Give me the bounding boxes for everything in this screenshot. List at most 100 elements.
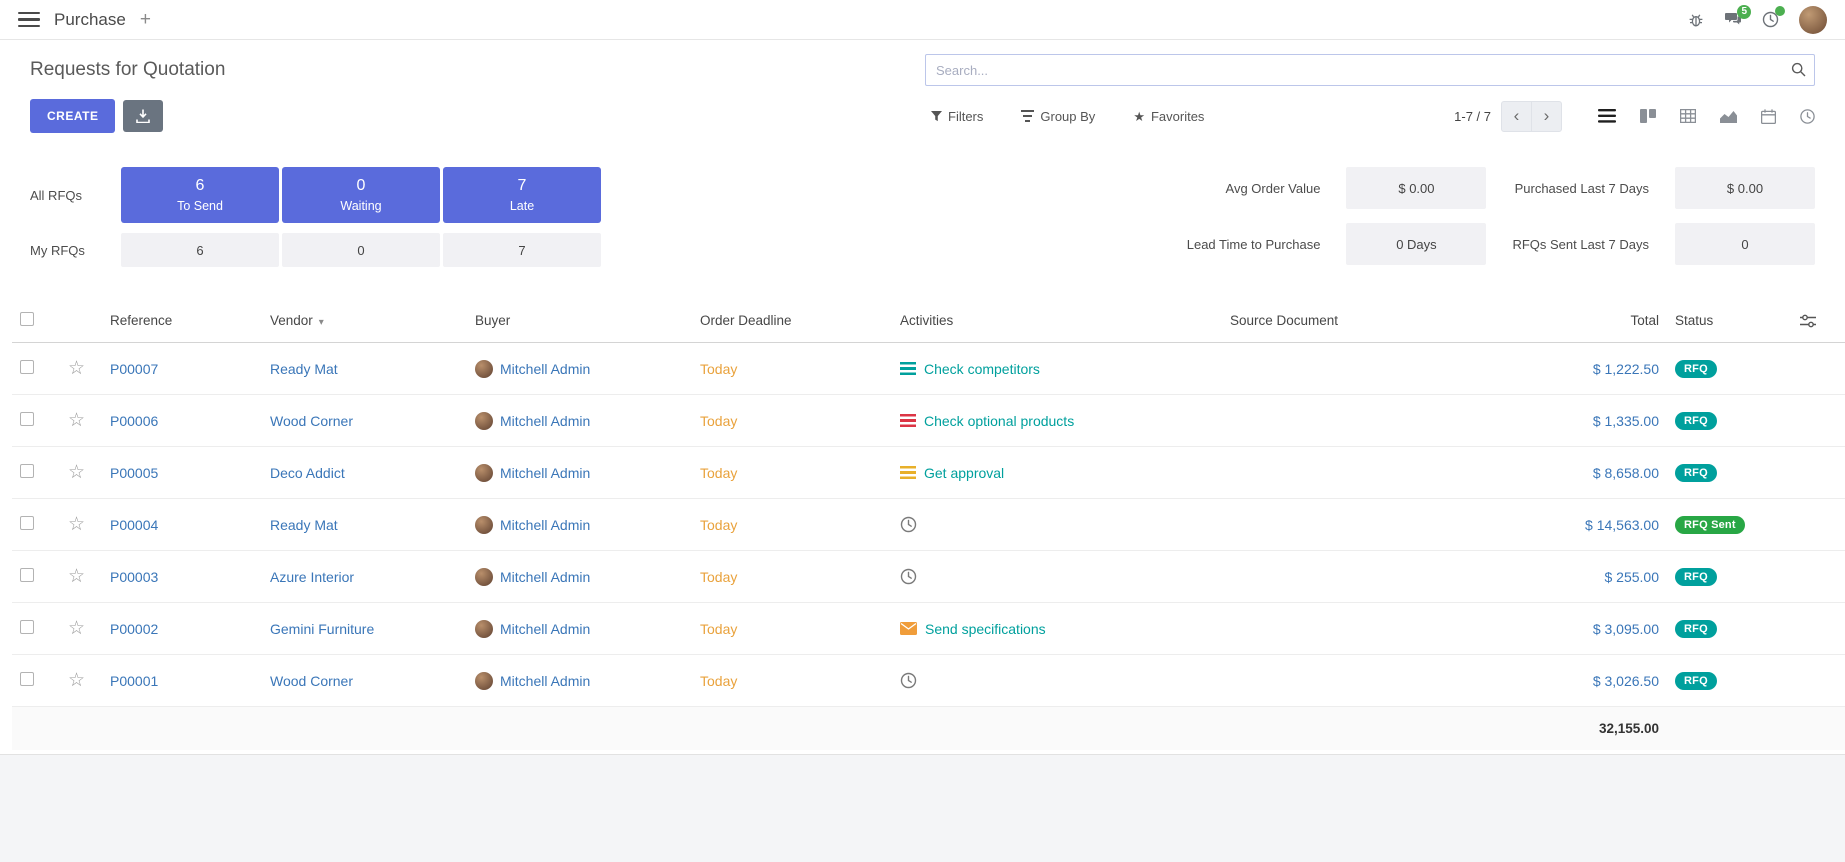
vendor-link[interactable]: Gemini Furniture — [270, 621, 374, 637]
activities-clock-icon[interactable] — [1762, 11, 1779, 28]
activity-view-icon[interactable] — [1800, 109, 1815, 124]
group-by-button[interactable]: Group By — [1015, 108, 1101, 125]
row-checkbox[interactable] — [20, 464, 34, 478]
activity-link[interactable]: Check optional products — [924, 413, 1074, 429]
favorite-star-icon[interactable]: ☆ — [68, 358, 85, 379]
table-row[interactable]: ☆P00007Ready MatMitchell AdminTodayCheck… — [12, 343, 1845, 395]
pivot-view-icon[interactable] — [1680, 109, 1696, 123]
activity-list-icon[interactable] — [900, 414, 916, 427]
reference-link[interactable]: P00001 — [110, 673, 158, 689]
header-source-document[interactable]: Source Document — [1222, 299, 1457, 343]
optional-columns-icon[interactable] — [1800, 314, 1839, 328]
reference-link[interactable]: P00004 — [110, 517, 158, 533]
my-kpi-late[interactable]: 7 — [443, 233, 601, 267]
row-checkbox[interactable] — [20, 516, 34, 530]
clock-icon[interactable] — [900, 568, 917, 585]
favorite-star-icon[interactable]: ☆ — [68, 514, 85, 535]
kanban-view-icon[interactable] — [1640, 109, 1656, 123]
header-activities[interactable]: Activities — [892, 299, 1222, 343]
buyer-link[interactable]: Mitchell Admin — [500, 361, 590, 377]
user-avatar[interactable] — [1799, 6, 1827, 34]
kpi-late[interactable]: 7 Late — [443, 167, 601, 223]
source-document — [1222, 395, 1457, 447]
activity-link[interactable]: Get approval — [924, 465, 1004, 481]
vendor-link[interactable]: Wood Corner — [270, 413, 353, 429]
buyer-link[interactable]: Mitchell Admin — [500, 465, 590, 481]
row-checkbox[interactable] — [20, 620, 34, 634]
reference-link[interactable]: P00002 — [110, 621, 158, 637]
clock-icon[interactable] — [900, 672, 917, 689]
envelope-icon[interactable] — [900, 622, 917, 635]
buyer-link[interactable]: Mitchell Admin — [500, 621, 590, 637]
vendor-link[interactable]: Ready Mat — [270, 361, 338, 377]
table-row[interactable]: ☆P00002Gemini FurnitureMitchell AdminTod… — [12, 603, 1845, 655]
buyer-link[interactable]: Mitchell Admin — [500, 413, 590, 429]
reference-link[interactable]: P00003 — [110, 569, 158, 585]
list-view-icon[interactable] — [1598, 109, 1616, 123]
vendor-link[interactable]: Deco Addict — [270, 465, 345, 481]
calendar-view-icon[interactable] — [1761, 109, 1776, 124]
vendor-link[interactable]: Azure Interior — [270, 569, 354, 585]
my-kpi-waiting[interactable]: 0 — [282, 233, 440, 267]
buyer-link[interactable]: Mitchell Admin — [500, 569, 590, 585]
my-rfqs-label: My RFQs — [30, 243, 118, 258]
activity-link[interactable]: Send specifications — [925, 621, 1046, 637]
pager-next-button[interactable]: › — [1531, 101, 1562, 132]
search-input[interactable] — [925, 54, 1815, 86]
pager-previous-button[interactable]: ‹ — [1501, 101, 1532, 132]
row-checkbox[interactable] — [20, 360, 34, 374]
vendor-link[interactable]: Ready Mat — [270, 517, 338, 533]
reference-link[interactable]: P00005 — [110, 465, 158, 481]
favorite-star-icon[interactable]: ☆ — [68, 670, 85, 691]
favorite-star-icon[interactable]: ☆ — [68, 618, 85, 639]
reference-link[interactable]: P00006 — [110, 413, 158, 429]
header-vendor[interactable]: Vendor▾ — [262, 299, 467, 343]
kpi-to-send[interactable]: 6 To Send — [121, 167, 279, 223]
buyer-link[interactable]: Mitchell Admin — [500, 517, 590, 533]
clock-icon[interactable] — [900, 516, 917, 533]
group-by-label: Group By — [1040, 109, 1095, 124]
search-icon[interactable] — [1791, 62, 1806, 77]
graph-view-icon[interactable] — [1720, 109, 1737, 123]
table-row[interactable]: ☆P00001Wood CornerMitchell AdminToday$ 3… — [12, 655, 1845, 707]
row-checkbox[interactable] — [20, 672, 34, 686]
messages-count-badge: 5 — [1737, 5, 1751, 19]
table-row[interactable]: ☆P00003Azure InteriorMitchell AdminToday… — [12, 551, 1845, 603]
page-title: Requests for Quotation — [30, 59, 225, 81]
filters-button[interactable]: Filters — [925, 108, 989, 125]
select-all-checkbox[interactable] — [20, 312, 34, 326]
total-amount: $ 1,222.50 — [1593, 361, 1659, 377]
header-total[interactable]: Total — [1457, 299, 1667, 343]
reference-link[interactable]: P00007 — [110, 361, 158, 377]
hamburger-menu-icon[interactable] — [18, 8, 40, 32]
messages-icon[interactable]: 5 — [1724, 12, 1742, 27]
activity-list-icon[interactable] — [900, 362, 916, 375]
header-order-deadline[interactable]: Order Deadline — [692, 299, 892, 343]
table-row[interactable]: ☆P00006Wood CornerMitchell AdminTodayChe… — [12, 395, 1845, 447]
header-reference[interactable]: Reference — [102, 299, 262, 343]
my-kpi-to-send[interactable]: 6 — [121, 233, 279, 267]
export-button[interactable] — [123, 100, 163, 132]
favorite-star-icon[interactable]: ☆ — [68, 410, 85, 431]
row-checkbox[interactable] — [20, 412, 34, 426]
activity-link[interactable]: Check competitors — [924, 361, 1040, 377]
table-row[interactable]: ☆P00005Deco AddictMitchell AdminTodayGet… — [12, 447, 1845, 499]
kpi-waiting[interactable]: 0 Waiting — [282, 167, 440, 223]
app-name[interactable]: Purchase — [54, 10, 126, 30]
favorites-button[interactable]: ★ Favorites — [1127, 108, 1210, 125]
buyer-link[interactable]: Mitchell Admin — [500, 673, 590, 689]
activity-list-icon[interactable] — [900, 466, 916, 479]
vendor-link[interactable]: Wood Corner — [270, 673, 353, 689]
favorite-star-icon[interactable]: ☆ — [68, 566, 85, 587]
control-panel: Requests for Quotation CREATE — [0, 40, 1845, 145]
row-checkbox[interactable] — [20, 568, 34, 582]
table-row[interactable]: ☆P00004Ready MatMitchell AdminToday$ 14,… — [12, 499, 1845, 551]
favorite-star-icon[interactable]: ☆ — [68, 462, 85, 483]
new-tab-plus-button[interactable]: + — [140, 10, 151, 29]
create-button[interactable]: CREATE — [30, 99, 115, 133]
header-buyer[interactable]: Buyer — [467, 299, 692, 343]
top-navbar: Purchase + 5 — [0, 0, 1845, 40]
header-status[interactable]: Status — [1667, 299, 1792, 343]
debug-bug-icon[interactable] — [1688, 12, 1704, 28]
source-document — [1222, 447, 1457, 499]
